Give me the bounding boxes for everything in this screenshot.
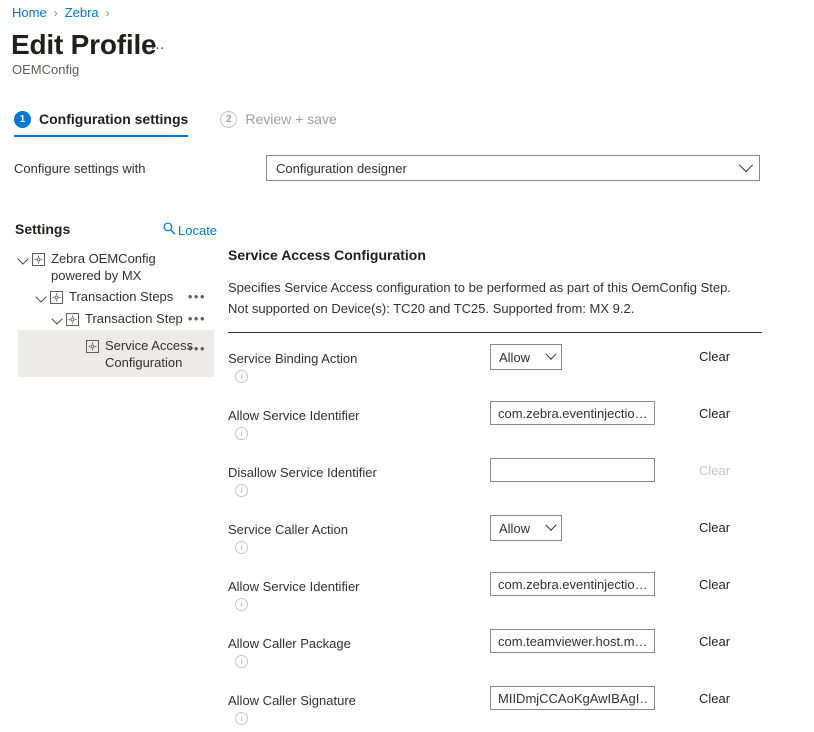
tree-item-menu-button[interactable]: ••• — [188, 342, 206, 356]
clear-button[interactable]: Clear — [699, 519, 730, 536]
gear-icon — [32, 253, 45, 266]
detail-description-line-2: Not supported on Device(s): TC20 and TC2… — [228, 298, 762, 319]
form-row: Allow Caller Package i Clear — [228, 618, 762, 675]
clear-button[interactable]: Clear — [699, 405, 730, 422]
gear-icon — [50, 291, 63, 304]
disallow-service-identifier-input[interactable] — [490, 458, 655, 482]
form-row: Allow Service Identifier i Clear — [228, 561, 762, 618]
breadcrumb-separator-icon: › — [54, 5, 58, 21]
locate-label: Locate — [178, 222, 217, 239]
form-row: Disallow Service Identifier i Clear — [228, 447, 762, 504]
breadcrumb-item-zebra[interactable]: Zebra — [65, 5, 99, 21]
clear-button[interactable]: Clear — [699, 690, 730, 707]
info-icon[interactable]: i — [235, 541, 248, 554]
detail-description-line-1: Specifies Service Access configuration t… — [228, 277, 762, 298]
chevron-down-icon — [545, 349, 556, 360]
settings-form: Service Binding Action i Allow Clear All… — [228, 333, 762, 732]
tree-item-label: Zebra OEMConfig powered by MX — [51, 250, 200, 284]
clear-button: Clear — [699, 462, 730, 479]
chevron-down-icon[interactable] — [18, 254, 29, 265]
gear-icon — [86, 340, 99, 353]
page-title: Edit Profile — [11, 27, 156, 63]
chevron-down-icon — [545, 520, 556, 531]
breadcrumb: Home › Zebra › — [12, 5, 117, 21]
detail-title: Service Access Configuration — [228, 246, 762, 265]
info-icon[interactable]: i — [235, 427, 248, 440]
detail-description: Specifies Service Access configuration t… — [228, 277, 762, 319]
configure-settings-dropdown[interactable]: Configuration designer — [266, 155, 760, 181]
info-icon[interactable]: i — [235, 598, 248, 611]
form-row: Allow Service Identifier i Clear — [228, 390, 762, 447]
chevron-down-icon[interactable] — [52, 314, 63, 325]
service-caller-action-dropdown[interactable]: Allow — [490, 515, 562, 541]
locate-button[interactable]: Locate — [162, 221, 217, 240]
settings-tree: Zebra OEMConfig powered by MX Transactio… — [0, 248, 222, 377]
tab-step-number: 1 — [14, 111, 31, 128]
tab-label: Configuration settings — [39, 110, 188, 128]
clear-button[interactable]: Clear — [699, 348, 730, 365]
tab-configuration-settings[interactable]: 1 Configuration settings — [14, 110, 188, 137]
breadcrumb-separator-icon: › — [106, 5, 110, 21]
chevron-down-icon[interactable] — [36, 292, 47, 303]
tab-review-save[interactable]: 2 Review + save — [220, 110, 336, 137]
tree-item-transaction-step[interactable]: Transaction Step ••• — [0, 308, 214, 330]
configure-settings-label: Configure settings with — [14, 160, 146, 177]
page-subtitle: OEMConfig — [12, 61, 79, 78]
field-label: Allow Service Identifier — [228, 407, 360, 424]
clear-button[interactable]: Clear — [699, 576, 730, 593]
field-label: Disallow Service Identifier — [228, 464, 377, 481]
field-value: Allow — [499, 349, 547, 366]
settings-pane-title: Settings — [15, 220, 70, 238]
tree-item-service-access-configuration[interactable]: Service Access Configuration ••• — [18, 330, 214, 377]
allow-service-identifier-caller-input[interactable] — [490, 572, 655, 596]
allow-service-identifier-input[interactable] — [490, 401, 655, 425]
allow-caller-package-input[interactable] — [490, 629, 655, 653]
allow-caller-signature-input[interactable] — [490, 686, 655, 710]
wizard-tabs: 1 Configuration settings 2 Review + save — [14, 110, 337, 137]
field-label: Service Binding Action — [228, 350, 357, 367]
search-icon — [162, 221, 178, 240]
form-row: Allow Caller Signature i Clear — [228, 675, 762, 732]
clear-button[interactable]: Clear — [699, 633, 730, 650]
breadcrumb-item-home[interactable]: Home — [12, 5, 47, 21]
info-icon[interactable]: i — [235, 655, 248, 668]
tab-step-number: 2 — [220, 111, 237, 128]
page-more-menu-button[interactable]: … — [150, 36, 167, 54]
tree-item-transaction-steps[interactable]: Transaction Steps ••• — [0, 286, 214, 308]
service-binding-action-dropdown[interactable]: Allow — [490, 344, 562, 370]
gear-icon — [66, 313, 79, 326]
tree-item-menu-button[interactable]: ••• — [188, 312, 206, 326]
tab-label: Review + save — [245, 110, 336, 128]
form-row: Service Caller Action i Allow Clear — [228, 504, 762, 561]
tree-item-zebra-oemconfig[interactable]: Zebra OEMConfig powered by MX — [0, 248, 200, 286]
field-label: Allow Caller Package — [228, 635, 351, 652]
field-label: Allow Caller Signature — [228, 692, 356, 709]
field-label: Allow Service Identifier — [228, 578, 360, 595]
field-value: Allow — [499, 520, 547, 537]
chevron-down-icon — [739, 158, 753, 172]
tree-item-menu-button[interactable]: ••• — [188, 290, 206, 304]
info-icon[interactable]: i — [235, 370, 248, 383]
detail-panel: Service Access Configuration Specifies S… — [228, 246, 762, 732]
field-label: Service Caller Action — [228, 521, 348, 538]
configure-settings-value: Configuration designer — [276, 160, 741, 177]
info-icon[interactable]: i — [235, 484, 248, 497]
form-row: Service Binding Action i Allow Clear — [228, 333, 762, 390]
info-icon[interactable]: i — [235, 712, 248, 725]
